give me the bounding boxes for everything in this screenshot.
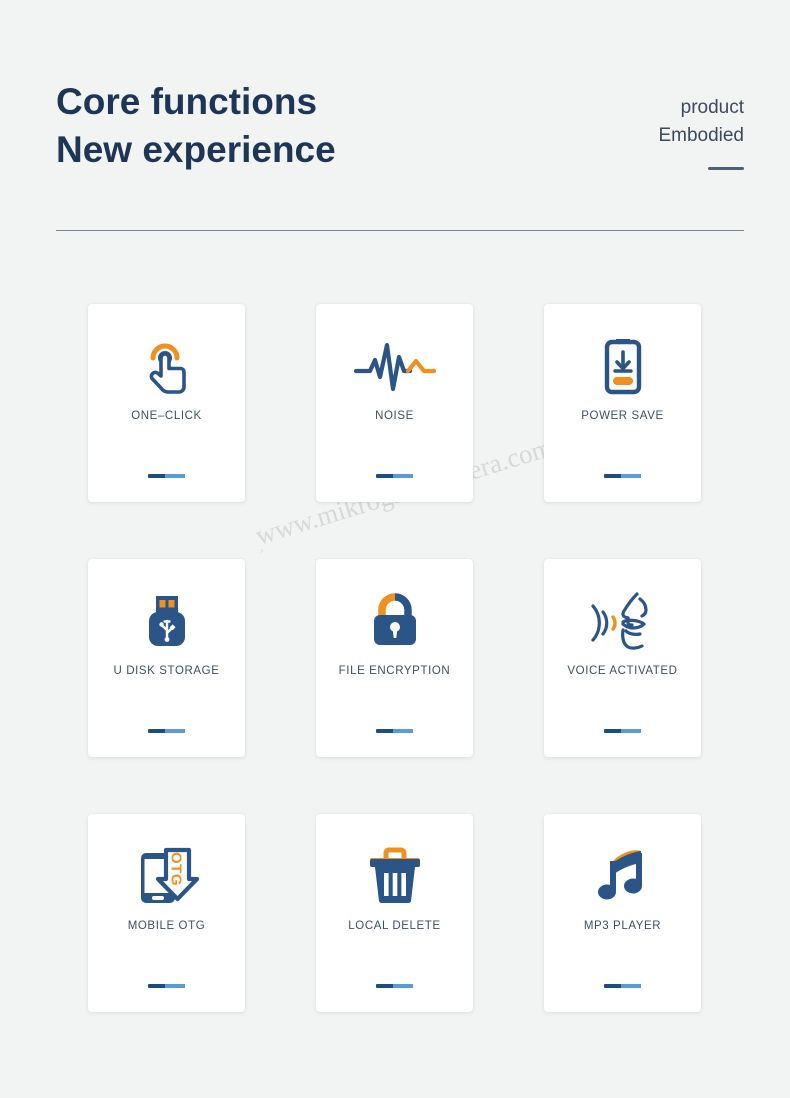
header-subtitle-line-2: Embodied [658,125,744,146]
card-accent-bar-dark [375,984,393,988]
feature-card-label: VOICE ACTIVATED [567,665,678,677]
feature-grid: ONE–CLICK NOISE POWER SAVE U DISK STORAG… [88,304,704,1012]
page-title-line-2: New experience [56,129,336,170]
voice-face-waves-icon [544,585,701,657]
trash-can-icon [316,840,473,912]
feature-card-label: ONE–CLICK [131,410,202,422]
header-subtitle-block: product Embodied [658,94,744,170]
feature-card-one-click[interactable]: ONE–CLICK [88,304,245,502]
feature-card-label: MP3 PLAYER [583,920,662,932]
page-header: Core functions New experience product Em… [56,78,744,188]
card-accent-bar-dark [375,474,393,478]
card-accent-bar [375,984,414,988]
mobile-otg-arrow-icon: OTG [88,840,245,912]
usb-flash-drive-icon [88,585,245,657]
feature-card-noise[interactable]: NOISE [316,304,473,502]
header-subtitle-underline [708,167,744,170]
feature-card-voice-activated[interactable]: VOICE ACTIVATED [544,559,701,757]
feature-card-label: U DISK STORAGE [113,665,220,677]
card-accent-bar-dark [375,729,393,733]
card-accent-bar [375,729,414,733]
card-accent-bar-light [620,984,642,988]
card-accent-bar-dark [147,729,165,733]
padlock-icon [316,585,473,657]
feature-card-file-encryption[interactable]: FILE ENCRYPTION [316,559,473,757]
feature-card-label: MOBILE OTG [127,920,206,932]
one-click-tap-icon [88,330,245,402]
page-title-line-1: Core functions [56,81,318,122]
feature-card-u-disk-storage[interactable]: U DISK STORAGE [88,559,245,757]
card-accent-bar [603,474,642,478]
card-accent-bar [147,729,186,733]
feature-card-local-delete[interactable]: LOCAL DELETE [316,814,473,1012]
feature-card-label: LOCAL DELETE [348,920,441,932]
music-note-icon [544,840,701,912]
card-accent-bar-light [392,729,414,733]
feature-card-label: FILE ENCRYPTION [338,665,451,677]
card-accent-bar [375,474,414,478]
card-accent-bar-light [392,474,414,478]
svg-text:OTG: OTG [167,852,184,886]
noise-waveform-icon [316,330,473,402]
card-accent-bar-dark [147,474,165,478]
feature-card-label: POWER SAVE [581,410,664,422]
feature-card-mobile-otg[interactable]: OTG MOBILE OTG [88,814,245,1012]
header-divider [56,230,744,231]
card-accent-bar-light [164,984,186,988]
card-accent-bar [603,729,642,733]
header-subtitle-line-1: product [680,97,744,118]
card-accent-bar-dark [603,984,621,988]
battery-download-icon [544,330,701,402]
card-accent-bar-light [620,474,642,478]
card-accent-bar-light [620,729,642,733]
card-accent-bar-dark [603,729,621,733]
feature-card-label: NOISE [375,410,414,422]
card-accent-bar [147,984,186,988]
card-accent-bar [147,474,186,478]
card-accent-bar-light [392,984,414,988]
card-accent-bar-light [164,474,186,478]
feature-card-mp3-player[interactable]: MP3 PLAYER [544,814,701,1012]
page-title: Core functions New experience [56,78,336,174]
feature-card-power-save[interactable]: POWER SAVE [544,304,701,502]
card-accent-bar-dark [603,474,621,478]
card-accent-bar-dark [147,984,165,988]
card-accent-bar-light [164,729,186,733]
card-accent-bar [603,984,642,988]
